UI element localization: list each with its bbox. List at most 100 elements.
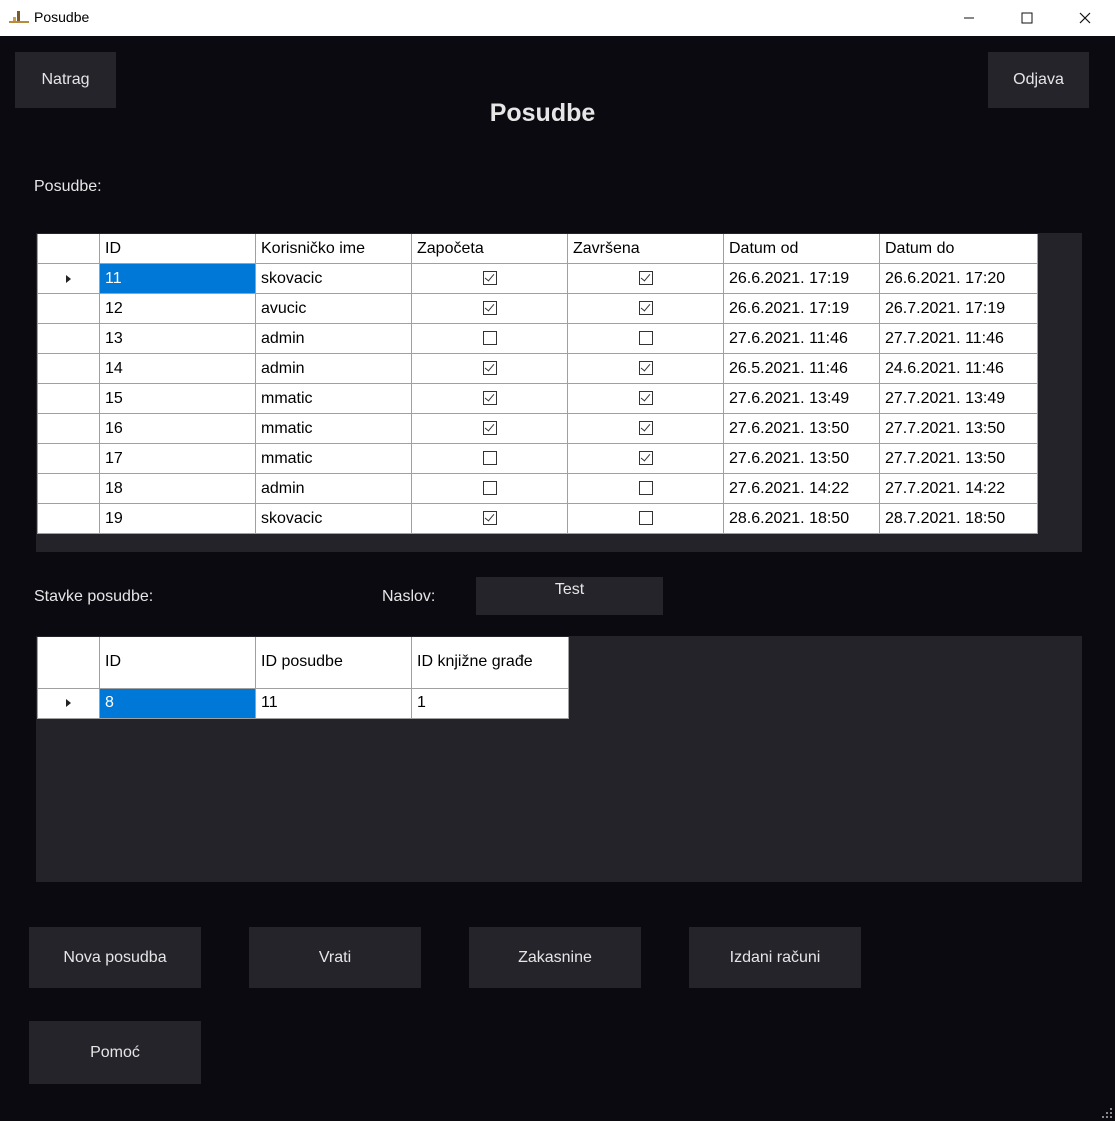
loan-id-cell[interactable]: 19 <box>99 503 256 534</box>
date-to-cell[interactable]: 24.6.2021. 11:46 <box>879 353 1038 384</box>
row-header[interactable] <box>37 443 100 474</box>
finished-cell[interactable] <box>567 413 724 444</box>
started-cell[interactable] <box>411 293 568 324</box>
loan-row[interactable]: 19 skovacic 28.6.2021. 18:50 28.7.2021. 18:… <box>37 503 1038 534</box>
started-cell[interactable] <box>411 383 568 414</box>
loan-id-cell[interactable]: 12 <box>99 293 256 324</box>
row-header[interactable] <box>37 293 100 324</box>
loan-row[interactable]: 16 mmatic 27.6.2021. 13:50 27.7.2021. 13:50 <box>37 413 1038 444</box>
finished-cell[interactable] <box>567 443 724 474</box>
column-header[interactable]: ID <box>99 234 256 264</box>
logout-button[interactable]: Odjava <box>988 52 1089 108</box>
return-button[interactable]: Vrati <box>249 927 421 988</box>
row-header[interactable] <box>37 503 100 534</box>
finished-cell[interactable] <box>567 263 724 294</box>
started-cell[interactable] <box>411 473 568 504</box>
loan-id-cell[interactable]: 11 <box>99 263 256 294</box>
started-cell[interactable] <box>411 503 568 534</box>
date-to-cell[interactable]: 26.7.2021. 17:19 <box>879 293 1038 324</box>
checked-checkbox-icon[interactable] <box>482 421 497 436</box>
date-from-cell[interactable]: 26.6.2021. 17:19 <box>723 263 880 294</box>
checked-checkbox-icon[interactable] <box>638 421 653 436</box>
loan-id-cell[interactable]: 15 <box>99 383 256 414</box>
maximize-button[interactable] <box>998 0 1056 36</box>
row-header[interactable] <box>37 687 100 719</box>
unchecked-checkbox-icon[interactable] <box>482 481 497 496</box>
date-from-cell[interactable]: 26.5.2021. 11:46 <box>723 353 880 384</box>
username-cell[interactable]: admin <box>255 323 412 354</box>
row-header[interactable] <box>37 383 100 414</box>
date-to-cell[interactable]: 27.7.2021. 13:50 <box>879 413 1038 444</box>
username-cell[interactable]: admin <box>255 353 412 384</box>
checked-checkbox-icon[interactable] <box>638 271 653 286</box>
username-cell[interactable]: mmatic <box>255 413 412 444</box>
item-loan-id-cell[interactable]: 11 <box>255 687 412 719</box>
date-to-cell[interactable]: 27.7.2021. 11:46 <box>879 323 1038 354</box>
loans-grid[interactable]: ID Korisničko ime Započeta Završena Datu… <box>36 233 1082 552</box>
username-cell[interactable]: mmatic <box>255 443 412 474</box>
username-cell[interactable]: avucic <box>255 293 412 324</box>
started-cell[interactable] <box>411 353 568 384</box>
loan-id-cell[interactable]: 14 <box>99 353 256 384</box>
minimize-button[interactable] <box>940 0 998 36</box>
column-header[interactable]: ID <box>99 637 256 689</box>
finished-cell[interactable] <box>567 383 724 414</box>
late-fees-button[interactable]: Zakasnine <box>469 927 641 988</box>
column-header[interactable]: ID knjižne građe <box>411 637 569 689</box>
unchecked-checkbox-icon[interactable] <box>638 331 653 346</box>
started-cell[interactable] <box>411 443 568 474</box>
loan-row[interactable]: 15 mmatic 27.6.2021. 13:49 27.7.2021. 13:49 <box>37 383 1038 414</box>
username-cell[interactable]: skovacic <box>255 263 412 294</box>
row-header[interactable] <box>37 263 100 294</box>
checked-checkbox-icon[interactable] <box>482 301 497 316</box>
checked-checkbox-icon[interactable] <box>638 391 653 406</box>
username-cell[interactable]: mmatic <box>255 383 412 414</box>
loan-row[interactable]: 17 mmatic 27.6.2021. 13:50 27.7.2021. 13:50 <box>37 443 1038 474</box>
date-to-cell[interactable]: 28.7.2021. 18:50 <box>879 503 1038 534</box>
checked-checkbox-icon[interactable] <box>482 271 497 286</box>
finished-cell[interactable] <box>567 503 724 534</box>
date-to-cell[interactable]: 26.6.2021. 17:20 <box>879 263 1038 294</box>
finished-cell[interactable] <box>567 353 724 384</box>
finished-cell[interactable] <box>567 473 724 504</box>
column-header[interactable]: ID posudbe <box>255 637 412 689</box>
loan-id-cell[interactable]: 17 <box>99 443 256 474</box>
close-button[interactable] <box>1056 0 1114 36</box>
checked-checkbox-icon[interactable] <box>638 361 653 376</box>
new-loan-button[interactable]: Nova posudba <box>29 927 201 988</box>
column-header[interactable]: Započeta <box>411 234 568 264</box>
resize-grip-icon[interactable] <box>1102 1108 1112 1118</box>
help-button[interactable]: Pomoć <box>29 1021 201 1084</box>
date-from-cell[interactable]: 27.6.2021. 13:49 <box>723 383 880 414</box>
items-grid[interactable]: ID ID posudbe ID knjižne građe 8 11 1 <box>36 636 1082 882</box>
back-button[interactable]: Natrag <box>15 52 116 108</box>
checked-checkbox-icon[interactable] <box>638 301 653 316</box>
column-header[interactable]: Datum od <box>723 234 880 264</box>
date-from-cell[interactable]: 26.6.2021. 17:19 <box>723 293 880 324</box>
date-from-cell[interactable]: 27.6.2021. 14:22 <box>723 473 880 504</box>
checked-checkbox-icon[interactable] <box>482 511 497 526</box>
date-from-cell[interactable]: 27.6.2021. 13:50 <box>723 443 880 474</box>
checked-checkbox-icon[interactable] <box>638 451 653 466</box>
username-cell[interactable]: skovacic <box>255 503 412 534</box>
item-material-id-cell[interactable]: 1 <box>411 687 569 719</box>
finished-cell[interactable] <box>567 293 724 324</box>
issued-invoices-button[interactable]: Izdani računi <box>689 927 861 988</box>
unchecked-checkbox-icon[interactable] <box>482 331 497 346</box>
item-id-cell[interactable]: 8 <box>99 687 256 719</box>
loan-row[interactable]: 18 admin 27.6.2021. 14:22 27.7.2021. 14:22 <box>37 473 1038 504</box>
loan-row[interactable]: 14 admin 26.5.2021. 11:46 24.6.2021. 11:46 <box>37 353 1038 384</box>
loan-id-cell[interactable]: 13 <box>99 323 256 354</box>
date-to-cell[interactable]: 27.7.2021. 14:22 <box>879 473 1038 504</box>
row-header[interactable] <box>37 323 100 354</box>
started-cell[interactable] <box>411 323 568 354</box>
item-row[interactable]: 8 11 1 <box>37 687 569 719</box>
checked-checkbox-icon[interactable] <box>482 391 497 406</box>
row-header[interactable] <box>37 413 100 444</box>
date-from-cell[interactable]: 27.6.2021. 11:46 <box>723 323 880 354</box>
started-cell[interactable] <box>411 413 568 444</box>
column-header[interactable]: Završena <box>567 234 724 264</box>
row-header[interactable] <box>37 353 100 384</box>
finished-cell[interactable] <box>567 323 724 354</box>
date-from-cell[interactable]: 28.6.2021. 18:50 <box>723 503 880 534</box>
